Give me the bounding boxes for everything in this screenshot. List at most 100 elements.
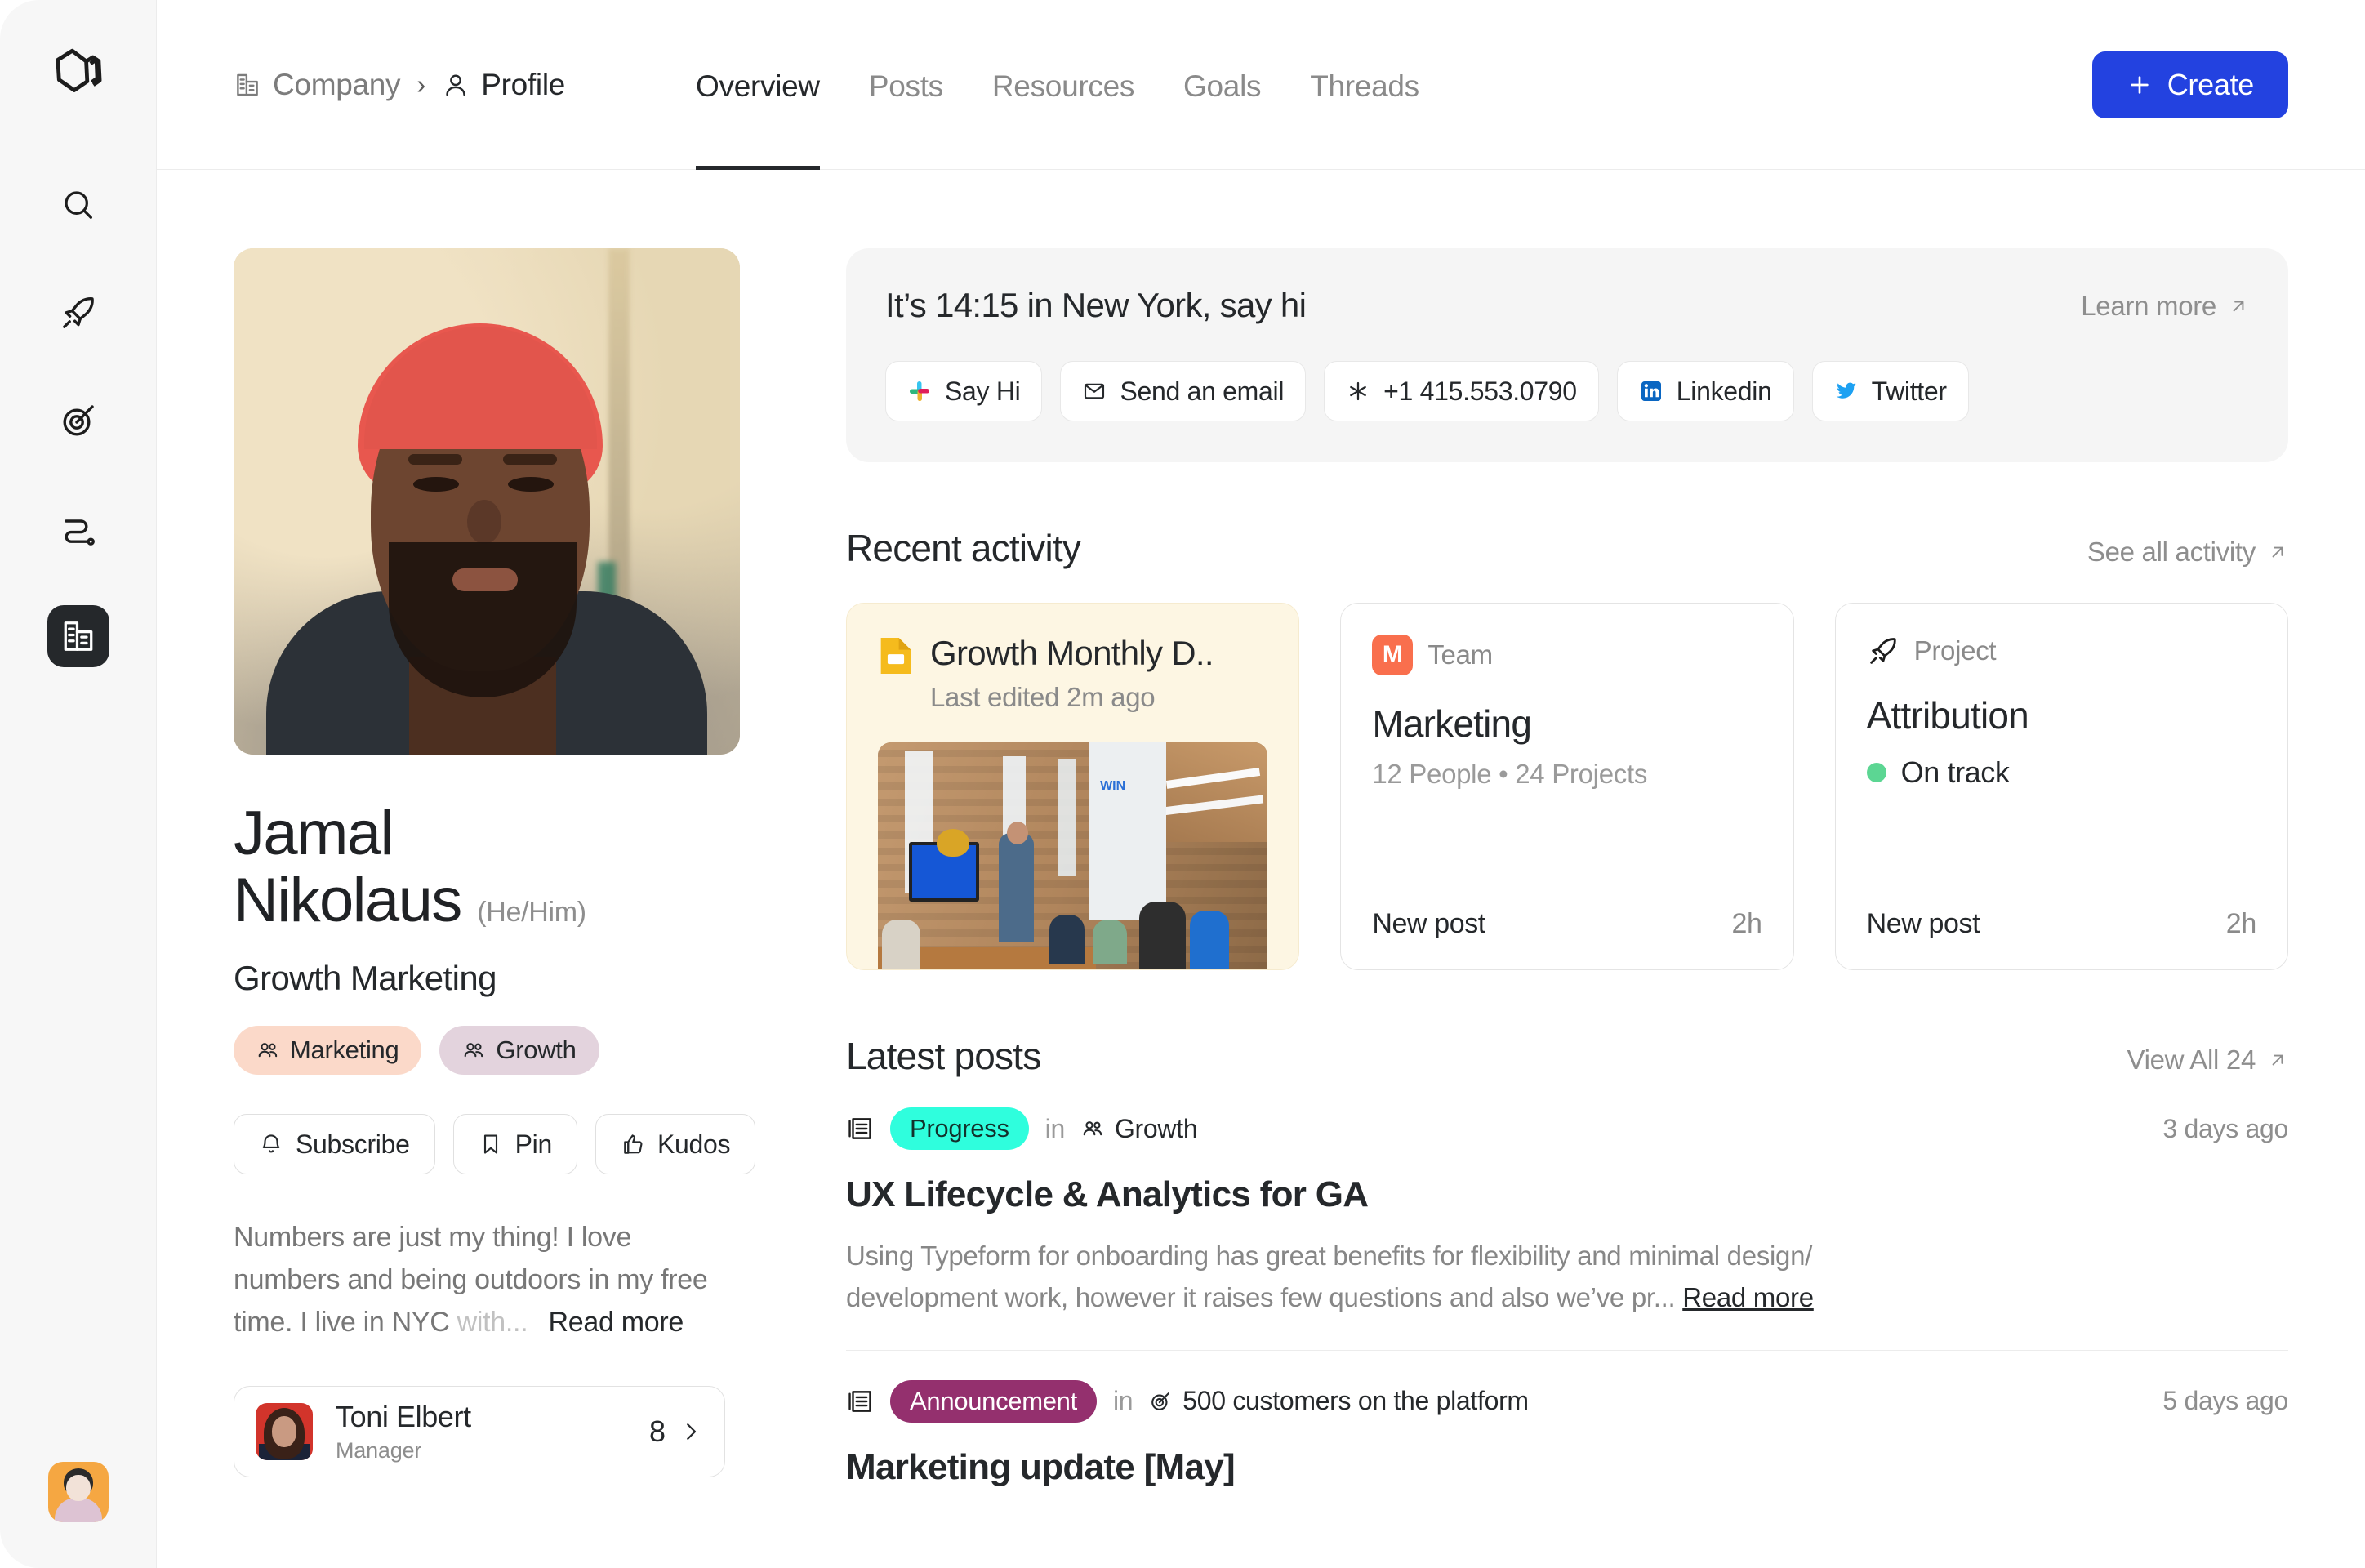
activity-card-team[interactable]: M Team Marketing 12 People • 24 Projects… <box>1340 603 1794 970</box>
view-all-posts-link[interactable]: View All 24 <box>2127 1045 2288 1076</box>
team-footer: New post 2h <box>1372 908 1762 969</box>
activity-card-document[interactable]: Growth Monthly D.. Last edited 2m ago WI… <box>846 603 1300 970</box>
post-title[interactable]: UX Lifecycle & Analytics for GA <box>846 1174 2288 1215</box>
recent-activity-header: Recent activity See all activity <box>846 526 2288 570</box>
manager-name: Toni Elbert <box>336 1400 471 1434</box>
twitter-button[interactable]: Twitter <box>1811 361 1969 421</box>
arrow-up-right-icon <box>2233 301 2244 312</box>
post-title[interactable]: Marketing update [May] <box>846 1447 2288 1488</box>
post-header: Announcement in 500 customers on the pla… <box>846 1379 2288 1423</box>
profile-role: Growth Marketing <box>234 959 497 998</box>
profile-photo <box>234 248 740 755</box>
list-item[interactable]: Progress in Growth 3 days ago UX Lifecyc… <box>846 1078 2288 1319</box>
subscribe-label: Subscribe <box>296 1129 410 1159</box>
bio-read-more[interactable]: Read more <box>549 1307 684 1338</box>
breadcrumb-separator: › <box>416 69 426 100</box>
twitter-icon <box>1836 382 1856 399</box>
document-subtitle: Last edited 2m ago <box>930 682 1156 713</box>
app-logo[interactable] <box>49 42 108 105</box>
sidebar <box>0 0 157 1568</box>
team-kicker-label: Team <box>1427 639 1493 670</box>
project-title: Attribution <box>1866 694 2029 737</box>
avatar[interactable] <box>47 1462 109 1522</box>
tag-growth[interactable]: Growth <box>439 1026 599 1076</box>
team-badge: M <box>1372 635 1414 675</box>
tab-resources[interactable]: Resources <box>992 0 1134 170</box>
profile-column: Jamal Nikolaus (He/Him) Growth Marketing… <box>157 170 794 1568</box>
tab-overview[interactable]: Overview <box>696 0 820 170</box>
bookmark-icon <box>483 1134 497 1154</box>
send-email-button[interactable]: Send an email <box>1060 361 1307 421</box>
post-read-more[interactable]: Read more <box>1682 1282 1814 1312</box>
kudos-label: Kudos <box>657 1129 731 1159</box>
linkedin-icon <box>1641 381 1661 401</box>
project-footer-label: New post <box>1866 908 1980 939</box>
post-context-label: 500 customers on the platform <box>1182 1386 1529 1416</box>
sidebar-item-company[interactable] <box>47 605 109 667</box>
sidebar-item-search[interactable] <box>47 174 109 236</box>
post-badge-progress[interactable]: Progress <box>890 1107 1029 1150</box>
sidebar-item-goals[interactable] <box>47 390 109 452</box>
tag-growth-label: Growth <box>496 1036 577 1065</box>
page-title: Jamal Nikolaus (He/Him) <box>234 800 756 934</box>
tag-marketing[interactable]: Marketing <box>234 1026 422 1076</box>
pin-button[interactable]: Pin <box>452 1114 577 1175</box>
profile-tags: Marketing Growth <box>234 1026 794 1076</box>
recent-activity-title: Recent activity <box>846 527 1081 569</box>
arrow-up-right-icon <box>2272 1054 2283 1066</box>
bio-fade: with... <box>457 1306 528 1338</box>
latest-posts-header: Latest posts View All 24 <box>846 1034 2288 1078</box>
post-context-growth[interactable]: Growth <box>1081 1113 1198 1144</box>
create-button[interactable]: Create <box>2091 51 2288 118</box>
post-list-icon <box>848 1118 871 1139</box>
sidebar-item-flows[interactable] <box>47 497 109 559</box>
manager-card[interactable]: Toni Elbert Manager 8 <box>234 1386 725 1478</box>
people-icon <box>465 1043 483 1058</box>
phone-button[interactable]: +1 415.553.0790 <box>1324 361 1599 421</box>
see-all-activity-link[interactable]: See all activity <box>2087 537 2288 568</box>
post-body-text: Using Typeform for onboarding has great … <box>846 1241 1812 1313</box>
manager-text: Toni Elbert Manager <box>336 1400 649 1463</box>
profile-pronouns: (He/Him) <box>477 897 586 929</box>
team-kicker: M Team <box>1372 635 1762 675</box>
contact-buttons: Say Hi Send an email +1 415.553.0790 Lin… <box>885 361 2249 421</box>
contact-panel: It’s 14:15 in New York, say hi Learn mor… <box>846 248 2288 462</box>
sidebar-item-launches[interactable] <box>47 282 109 344</box>
project-status-label: On track <box>1900 755 2010 789</box>
local-time-text: It’s 14:15 in New York, say hi <box>885 286 1307 324</box>
learn-more-link[interactable]: Learn more <box>2081 291 2249 322</box>
path-icon <box>64 519 95 546</box>
tab-posts[interactable]: Posts <box>869 0 943 170</box>
linkedin-button[interactable]: Linkedin <box>1616 361 1794 421</box>
tab-goals[interactable]: Goals <box>1183 0 1261 170</box>
breadcrumb-item-profile[interactable]: Profile <box>442 68 565 102</box>
pin-label: Pin <box>514 1129 553 1159</box>
send-email-label: Send an email <box>1120 376 1285 406</box>
people-icon <box>258 1043 278 1058</box>
breadcrumb-item-company[interactable]: Company <box>234 67 401 102</box>
post-context-label: Growth <box>1114 1113 1198 1143</box>
people-icon <box>1083 1121 1102 1136</box>
activity-card-project[interactable]: Project Attribution On track New post 2h <box>1834 603 2288 970</box>
post-context-goal[interactable]: 500 customers on the platform <box>1149 1386 1529 1416</box>
breadcrumb-label-company: Company <box>273 67 401 101</box>
tab-threads[interactable]: Threads <box>1310 0 1419 170</box>
project-footer: New post 2h <box>1866 908 2257 969</box>
team-footer-time: 2h <box>1731 908 1762 939</box>
plus-icon <box>2131 75 2149 94</box>
say-hi-button[interactable]: Say Hi <box>885 361 1043 421</box>
status-dot-icon <box>1866 763 1886 782</box>
bell-icon <box>262 1134 280 1153</box>
linkedin-label: Linkedin <box>1676 376 1772 406</box>
phone-icon <box>1350 381 1367 401</box>
hexagon-logo-icon <box>55 48 101 92</box>
profile-last-name: Nikolaus <box>234 866 462 936</box>
project-kicker-label: Project <box>1913 635 1997 666</box>
list-item[interactable]: Announcement in 500 customers on the pla… <box>846 1349 2288 1488</box>
kudos-button[interactable]: Kudos <box>595 1114 756 1175</box>
view-all-posts-label: View All 24 <box>2127 1045 2256 1075</box>
say-hi-label: Say Hi <box>945 376 1021 406</box>
post-badge-announcement[interactable]: Announcement <box>890 1379 1097 1423</box>
subscribe-button[interactable]: Subscribe <box>234 1114 435 1175</box>
post-date: 3 days ago <box>2162 1113 2288 1143</box>
